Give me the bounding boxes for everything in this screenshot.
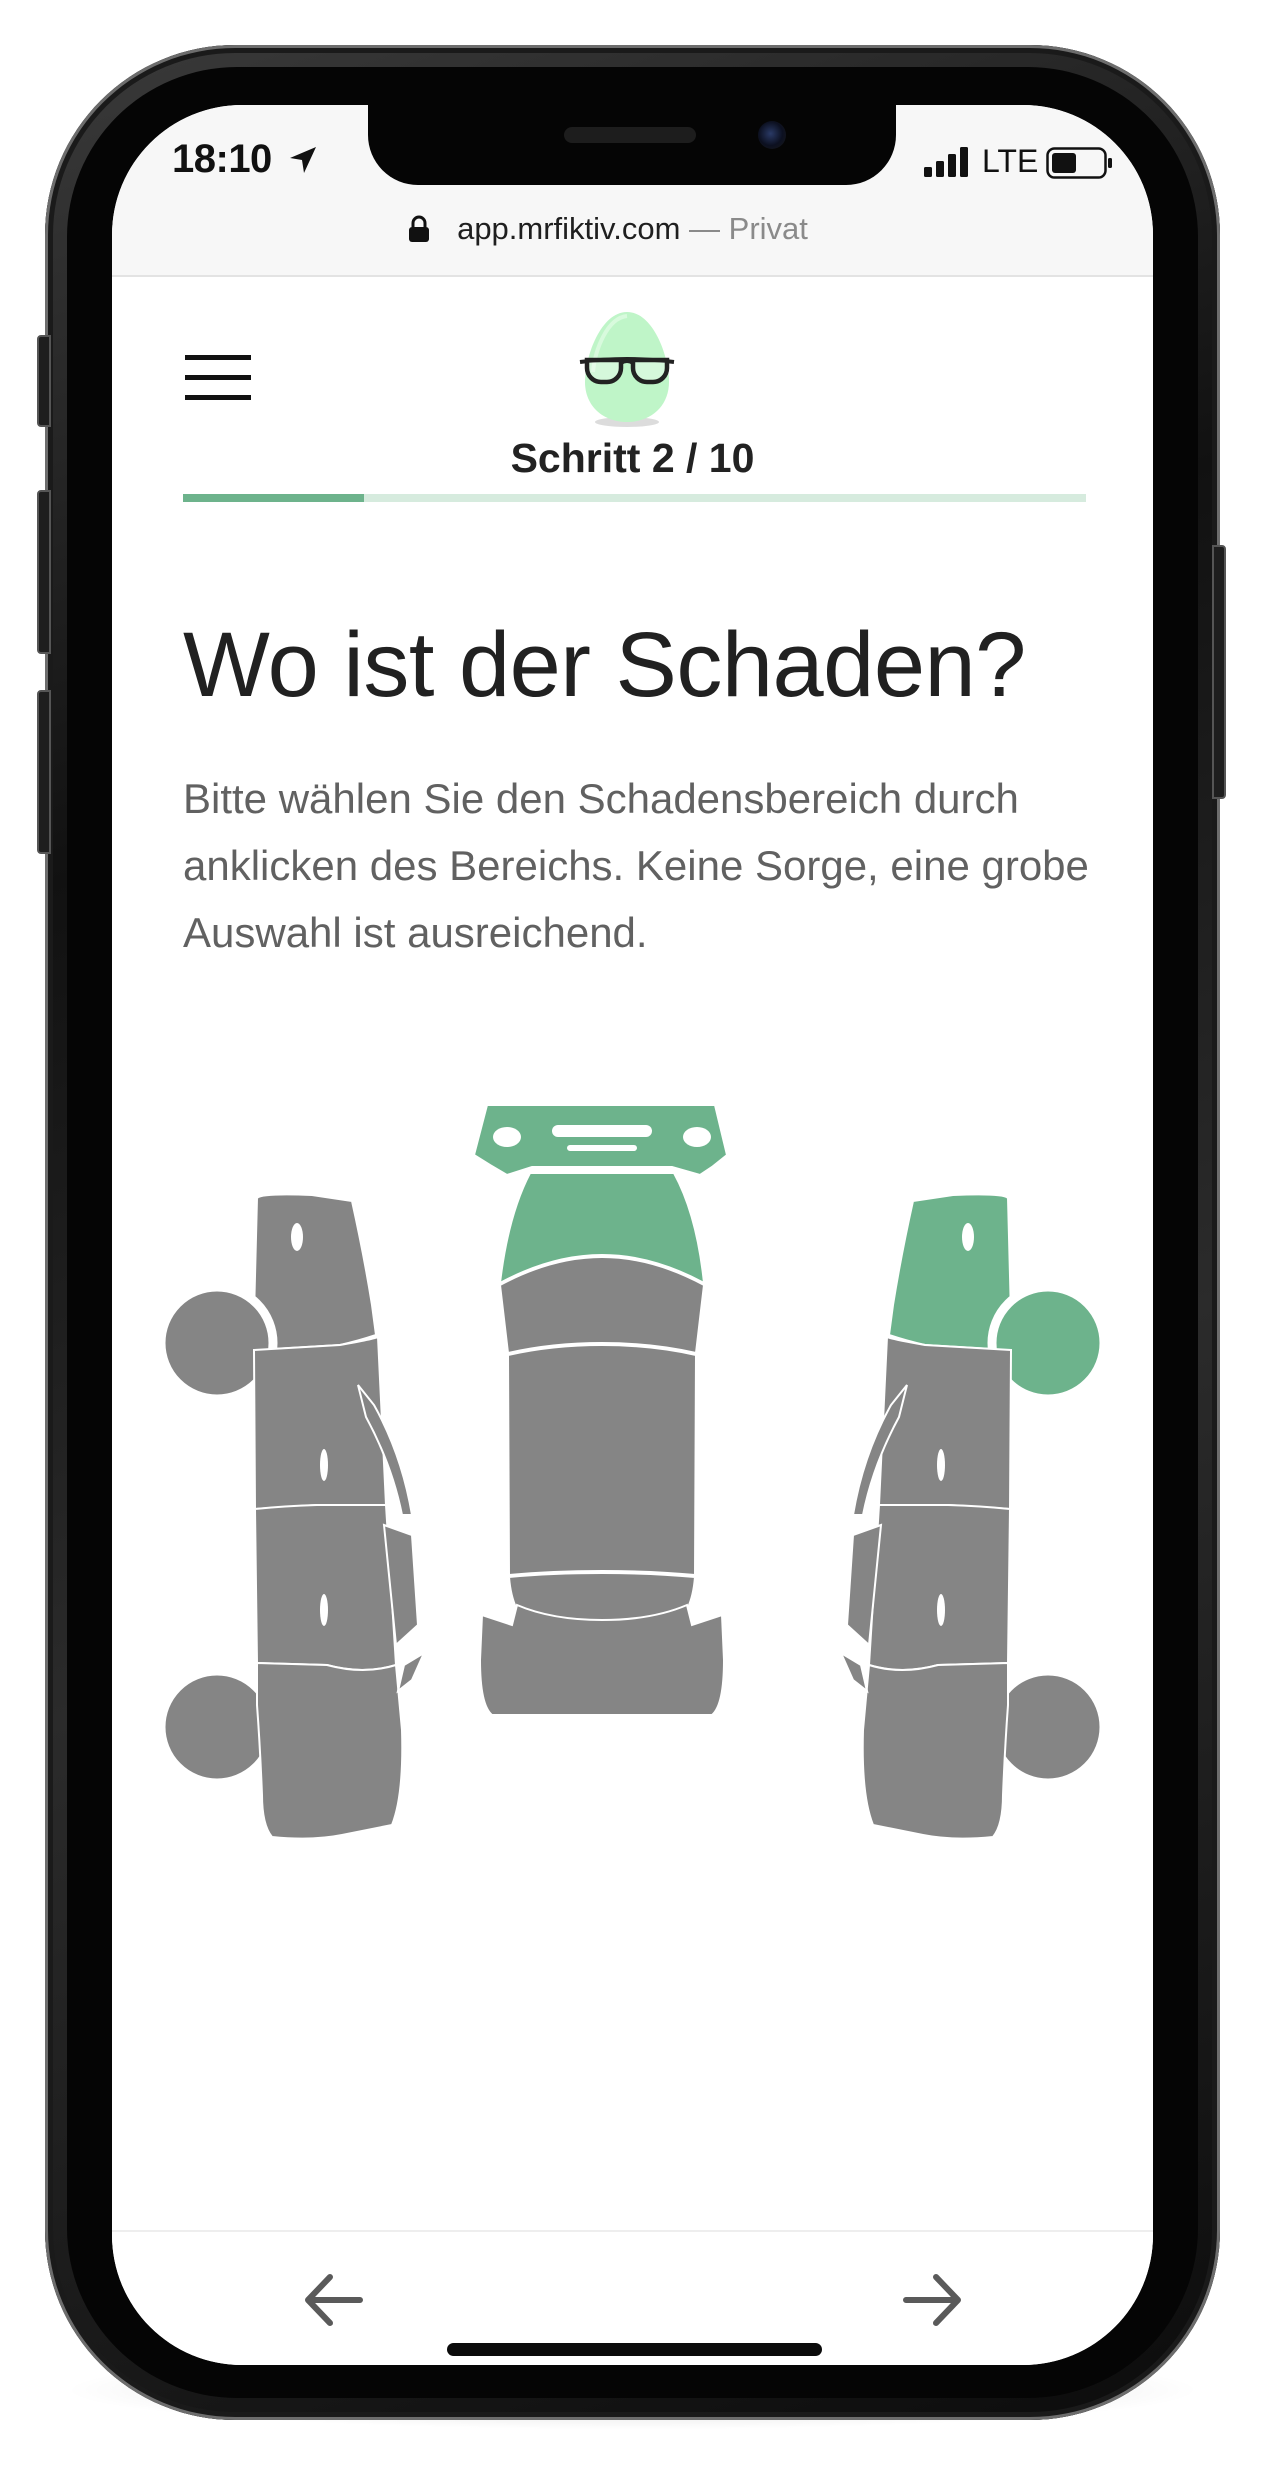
status-time: 18:10 <box>172 137 272 181</box>
car-part-left-rear-door[interactable] <box>253 1504 398 1671</box>
earpiece-speaker <box>564 127 696 143</box>
volume-down-button <box>37 690 51 854</box>
car-part-right-rear-pillar[interactable] <box>838 1650 869 1694</box>
step-indicator: Schritt 2 / 10 <box>510 435 755 481</box>
left-side-view <box>156 1193 427 1840</box>
egg-with-glasses-logo <box>579 312 675 427</box>
car-damage-selector <box>112 1105 1153 2155</box>
car-part-right-rear-quarter[interactable] <box>861 1661 1009 1840</box>
url-privacy-mode: Privat <box>728 211 808 246</box>
progress-bar-fill <box>183 494 364 502</box>
silent-switch <box>37 335 51 427</box>
phone-notch <box>368 105 896 185</box>
car-part-right-rear-door[interactable] <box>867 1504 1012 1671</box>
network-type: LTE <box>982 143 1039 179</box>
battery-icon <box>1046 147 1112 179</box>
progress-bar <box>183 494 1086 502</box>
volume-up-button <box>37 490 51 654</box>
car-part-left-rear-pillar[interactable] <box>396 1650 427 1694</box>
hamburger-menu-icon[interactable] <box>185 355 251 405</box>
url-separator: — <box>680 211 729 246</box>
car-part-roof[interactable] <box>506 1343 698 1577</box>
power-button <box>1212 545 1226 799</box>
car-part-rear-bumper[interactable] <box>478 1603 726 1716</box>
car-part-windshield[interactable] <box>498 1255 706 1355</box>
location-arrow-icon <box>290 147 316 173</box>
signal-icon <box>924 147 968 177</box>
car-part-right-front-door[interactable] <box>877 1335 1013 1511</box>
url-bar[interactable]: app.mrfiktiv.com — Privat <box>112 211 1153 247</box>
car-part-left-front-door[interactable] <box>252 1335 388 1511</box>
car-part-left-rear-quarter[interactable] <box>256 1661 404 1840</box>
arrow-left-icon[interactable] <box>298 2265 368 2335</box>
arrow-right-icon[interactable] <box>898 2265 968 2335</box>
page-description: Bitte wählen Sie den Schadensbereich dur… <box>183 775 1089 956</box>
top-view <box>472 1105 729 1716</box>
home-indicator <box>447 2343 822 2356</box>
url-host: app.mrfiktiv.com <box>457 211 681 246</box>
front-camera <box>758 121 786 149</box>
phone-screen: 18:10 LTE app.mrfiktiv.com — Privat Schr… <box>112 105 1153 2365</box>
page-title: Wo ist der Schaden? <box>183 614 1026 716</box>
right-side-view <box>838 1193 1109 1840</box>
